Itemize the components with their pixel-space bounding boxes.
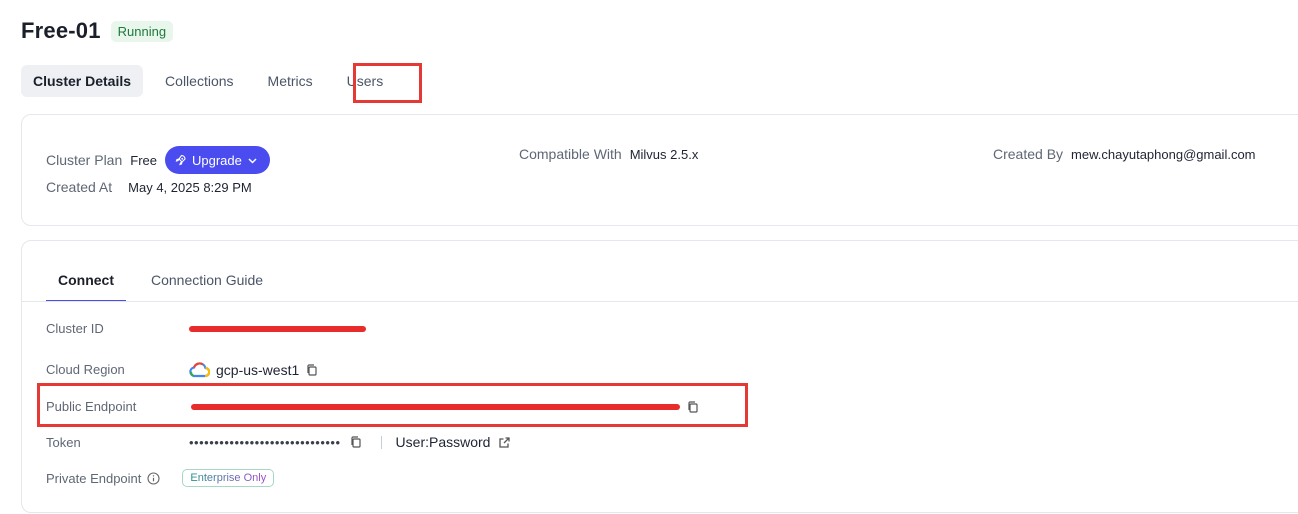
enterprise-only-badge: Enterprise Only xyxy=(182,469,275,487)
chevron-down-icon xyxy=(248,157,257,164)
public-endpoint-label: Public Endpoint xyxy=(46,399,137,414)
token-value: •••••••••••••••••••••••••••••• xyxy=(189,434,341,450)
separator xyxy=(380,435,382,449)
cloud-region-value: gcp-us-west1 xyxy=(216,361,300,378)
copy-icon[interactable] xyxy=(686,400,700,414)
cluster-plan-label: Cluster Plan xyxy=(46,152,123,168)
info-icon[interactable] xyxy=(147,471,160,485)
created-at-label: Created At xyxy=(46,179,113,195)
created-by-value: mew.chayutaphong@gmail.com xyxy=(1071,146,1256,162)
status-badge: Running xyxy=(110,20,174,42)
cluster-id-row: Cluster ID xyxy=(46,321,366,336)
upgrade-label: Upgrade xyxy=(192,152,242,168)
created-at-row: Created At May 4, 2025 8:29 PM xyxy=(46,179,252,195)
copy-icon[interactable] xyxy=(349,435,363,449)
public-endpoint-redacted xyxy=(191,403,680,410)
cluster-plan-value: Free xyxy=(130,152,157,168)
upgrade-button[interactable]: Upgrade xyxy=(165,146,270,174)
tab-cluster-details[interactable]: Cluster Details xyxy=(21,65,144,97)
user-password-link[interactable]: User:Password xyxy=(396,434,491,450)
tab-metrics[interactable]: Metrics xyxy=(256,65,325,97)
created-by-row: Created By mew.chayutaphong@gmail.com xyxy=(993,146,1256,162)
connect-tabs: Connect Connection Guide xyxy=(46,271,275,302)
tab-collections[interactable]: Collections xyxy=(153,65,245,97)
cluster-plan-row: Cluster Plan Free Upgrade xyxy=(46,146,270,174)
cluster-id-redacted xyxy=(189,325,366,332)
cloud-region-row: Cloud Region gcp-us-west1 xyxy=(46,361,319,378)
cluster-plan-card: Cluster Plan Free Upgrade Created At May… xyxy=(21,114,1298,226)
cluster-id-label: Cluster ID xyxy=(46,321,104,336)
created-at-value: May 4, 2025 8:29 PM xyxy=(128,179,252,195)
rocket-icon xyxy=(175,154,186,166)
compatible-row: Compatible With Milvus 2.5.x xyxy=(519,146,698,162)
private-endpoint-label: Private Endpoint xyxy=(46,470,142,486)
tab-users[interactable]: Users xyxy=(335,65,396,97)
tabs-divider xyxy=(22,301,1298,302)
token-label: Token xyxy=(46,434,81,450)
public-endpoint-row: Public Endpoint xyxy=(46,399,700,414)
external-link-icon[interactable] xyxy=(498,436,511,449)
page-title: Free-01 xyxy=(21,18,101,43)
token-row: Token •••••••••••••••••••••••••••••• Use… xyxy=(46,434,511,450)
compatible-label: Compatible With xyxy=(519,146,622,162)
copy-icon[interactable] xyxy=(305,363,319,377)
cloud-region-label: Cloud Region xyxy=(46,362,125,377)
tab-connection-guide[interactable]: Connection Guide xyxy=(139,271,275,302)
main-tabs: Cluster Details Collections Metrics User… xyxy=(21,65,395,97)
title-row: Free-01 Running xyxy=(21,18,174,44)
tab-connect[interactable]: Connect xyxy=(46,271,126,302)
gcp-cloud-icon xyxy=(189,362,210,378)
connect-card: Connect Connection Guide Cluster ID Clou… xyxy=(21,240,1298,513)
private-endpoint-row: Private Endpoint Enterprise Only xyxy=(46,469,275,487)
compatible-value: Milvus 2.5.x xyxy=(629,146,699,162)
created-by-label: Created By xyxy=(993,146,1064,162)
